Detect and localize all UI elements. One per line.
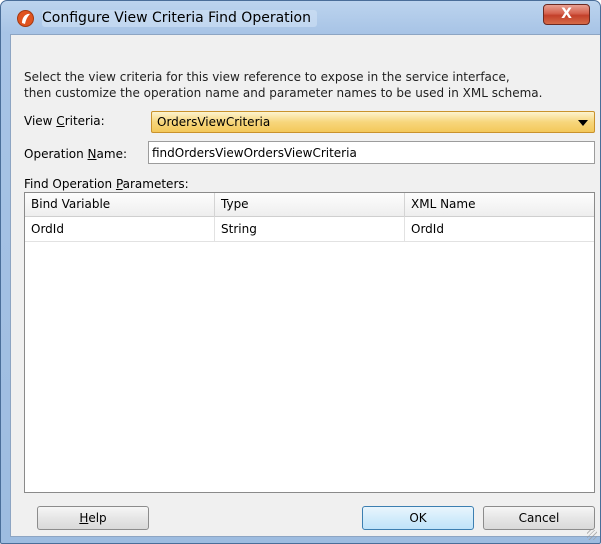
parameters-label-post: arameters: bbox=[122, 177, 189, 191]
help-button[interactable]: Help bbox=[37, 506, 149, 530]
column-header-bind-variable[interactable]: Bind Variable bbox=[25, 193, 215, 217]
parameters-label-pre: Find Operation bbox=[24, 177, 116, 191]
view-criteria-selected: OrdersViewCriteria bbox=[157, 115, 271, 129]
operation-name-label-post: ame: bbox=[96, 147, 127, 161]
view-criteria-label-post: riteria: bbox=[64, 114, 105, 128]
dialog-window: Configure View Criteria Find Operation X… bbox=[0, 0, 601, 544]
cell-type[interactable]: String bbox=[215, 217, 405, 242]
operation-name-mnemonic: N bbox=[87, 147, 97, 161]
chevron-down-icon[interactable] bbox=[578, 120, 588, 126]
window-title: Configure View Criteria Find Operation bbox=[42, 10, 317, 27]
ok-button[interactable]: OK bbox=[362, 506, 474, 530]
help-label-rest: elp bbox=[88, 511, 107, 525]
view-criteria-dropdown[interactable]: OrdersViewCriteria bbox=[151, 111, 595, 133]
table-header: Bind Variable Type XML Name bbox=[25, 193, 594, 217]
cell-bind-variable[interactable]: OrdId bbox=[25, 217, 215, 242]
description-text: Select the view criteria for this view r… bbox=[24, 69, 589, 101]
description-line-1: Select the view criteria for this view r… bbox=[24, 70, 510, 84]
help-mnemonic: H bbox=[79, 511, 89, 525]
resize-grip[interactable] bbox=[587, 530, 597, 540]
close-icon: X bbox=[561, 6, 572, 22]
operation-name-label-pre: Operation bbox=[24, 147, 88, 161]
cell-xml-name[interactable]: OrdId bbox=[405, 217, 594, 242]
title-bar[interactable]: Configure View Criteria Find Operation X bbox=[1, 1, 600, 35]
operation-name-field-frame bbox=[148, 141, 595, 164]
operation-name-label: Operation Name: bbox=[24, 147, 127, 161]
oracle-jdeveloper-icon bbox=[17, 10, 34, 27]
view-criteria-label-pre: View bbox=[24, 114, 57, 128]
view-criteria-mnemonic: C bbox=[56, 114, 65, 128]
table-row[interactable]: OrdId String OrdId bbox=[25, 217, 594, 242]
parameters-mnemonic: P bbox=[115, 177, 123, 191]
description-line-2: then customize the operation name and pa… bbox=[24, 86, 543, 100]
column-header-xml-name[interactable]: XML Name bbox=[405, 193, 594, 217]
close-button[interactable]: X bbox=[543, 4, 590, 25]
operation-name-input[interactable] bbox=[149, 142, 594, 163]
view-criteria-label: View Criteria: bbox=[24, 114, 105, 128]
cancel-button[interactable]: Cancel bbox=[483, 506, 595, 530]
parameters-label: Find Operation Parameters: bbox=[24, 177, 189, 191]
column-header-type[interactable]: Type bbox=[215, 193, 405, 217]
parameters-table[interactable]: Bind Variable Type XML Name OrdId String… bbox=[24, 192, 595, 493]
